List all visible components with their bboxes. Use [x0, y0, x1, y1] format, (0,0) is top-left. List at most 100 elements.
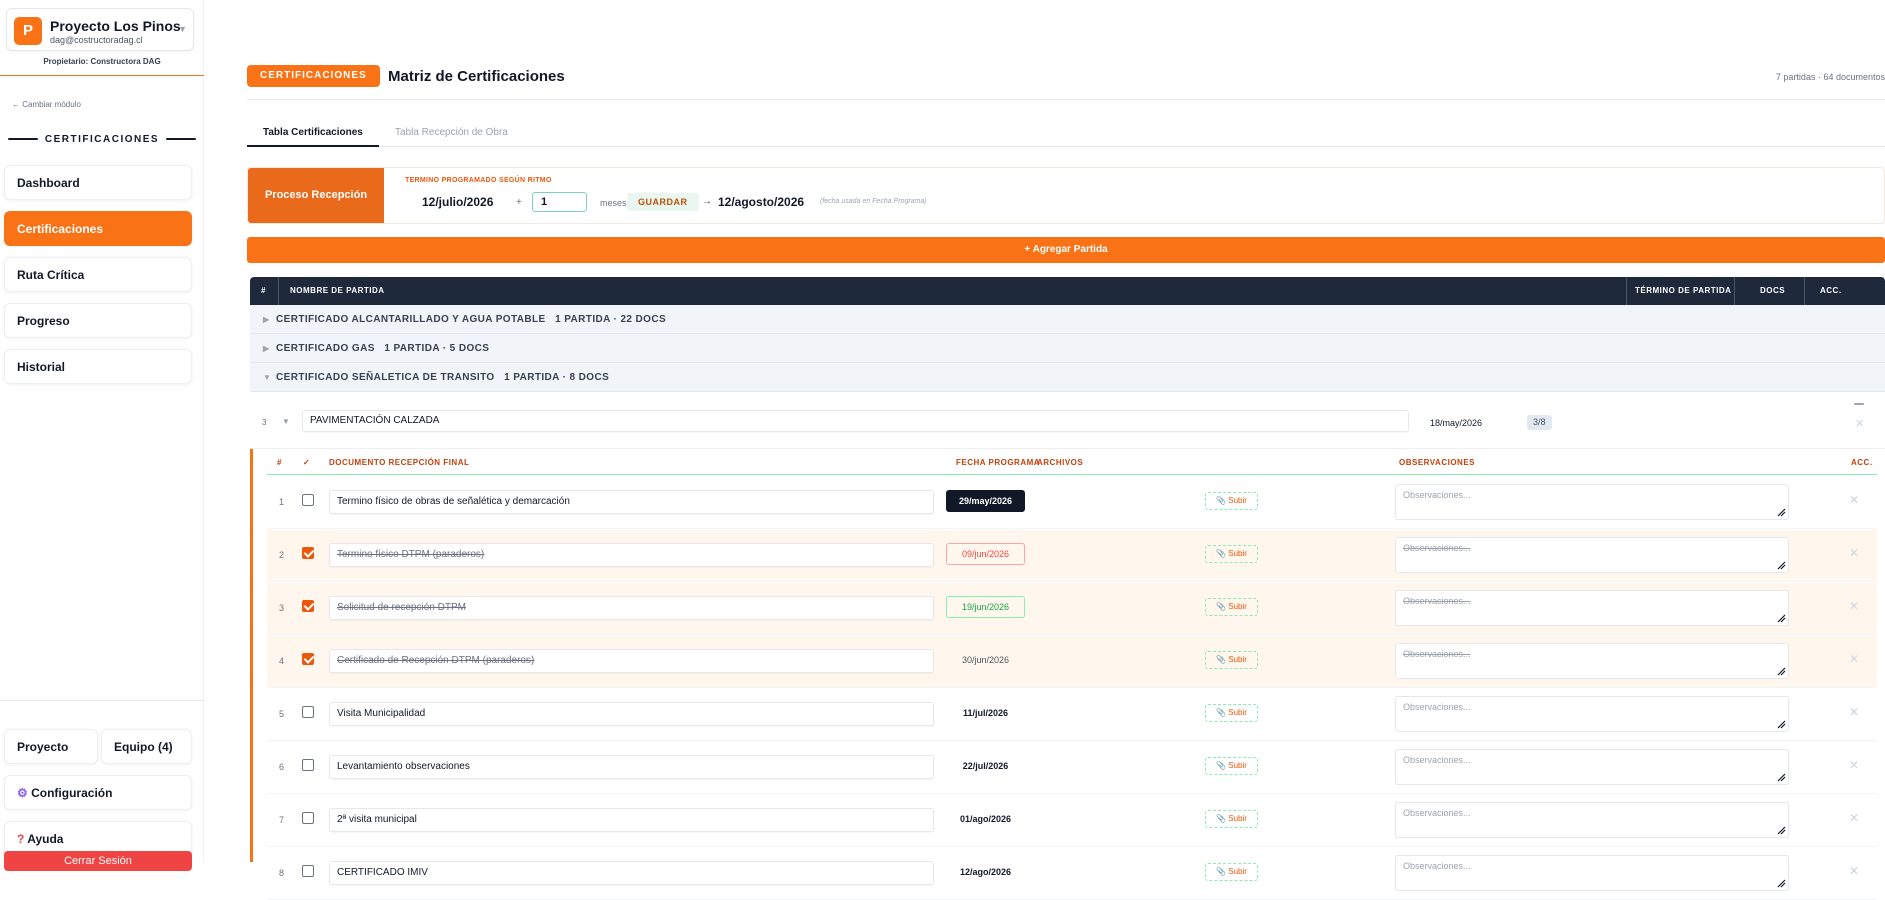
project-owner: Propietario: Constructora DAG	[43, 57, 161, 66]
months-label: meses	[600, 198, 627, 208]
group-row[interactable]: ▼ CERTIFICADO SEÑALETICA DE TRANSITO 1 P…	[250, 363, 1885, 392]
observations-placeholder: Observaciones...	[1403, 702, 1471, 712]
row-number: 2	[279, 550, 285, 560]
save-button[interactable]: GUARDAR	[627, 193, 699, 211]
row-checkbox[interactable]	[302, 865, 314, 877]
module-section-title: CERTIFICACIONES	[0, 134, 204, 145]
upload-button[interactable]: 📎 Subir	[1205, 863, 1258, 881]
observations-textarea[interactable]: Observaciones...	[1395, 855, 1789, 891]
resize-grip-icon[interactable]	[1776, 507, 1786, 517]
group-row[interactable]: ▶ CERTIFICADO ALCANTARILLADO Y AGUA POTA…	[250, 305, 1885, 334]
process-label: Proceso Recepción	[248, 168, 384, 223]
doc-col-archivos: ARCHIVOS	[1037, 458, 1084, 467]
upload-button[interactable]: 📎 Subir	[1205, 545, 1258, 563]
partida-name-input[interactable]: PAVIMENTACIÓN CALZADA	[302, 410, 1409, 432]
doc-col-num: #	[277, 458, 282, 467]
upload-button[interactable]: 📎 Subir	[1205, 492, 1258, 510]
caret-down-icon[interactable]: ▼	[178, 24, 187, 34]
add-partida-button[interactable]: + Agregar Partida	[247, 237, 1885, 263]
observations-textarea[interactable]: Observaciones...	[1395, 643, 1789, 679]
observations-textarea[interactable]: Observaciones...	[1395, 537, 1789, 573]
term-label: TERMINO PROGRAMADO SEGÚN RITMO	[405, 177, 552, 184]
delete-icon[interactable]: ✕	[1849, 758, 1859, 772]
row-checkbox[interactable]	[302, 706, 314, 718]
tab-tabla-recepcion-obra[interactable]: Tabla Recepción de Obra	[395, 127, 508, 138]
fecha-programa[interactable]: 01/ago/2026	[946, 808, 1025, 830]
change-module-link[interactable]: ← Cambiar módulo	[12, 100, 81, 109]
upload-button[interactable]: 📎 Subir	[1205, 598, 1258, 616]
fecha-programa[interactable]: 22/jul/2026	[946, 755, 1025, 777]
resize-grip-icon[interactable]	[1776, 772, 1786, 782]
drag-handle-icon[interactable]	[1854, 403, 1864, 405]
row-checkbox[interactable]	[302, 812, 314, 824]
delete-icon[interactable]: ✕	[1849, 864, 1859, 878]
document-name-input[interactable]: Levantamiento observaciones	[329, 755, 934, 779]
equipo-button[interactable]: Equipo (4)	[101, 729, 192, 764]
document-name-input[interactable]: Solicitud de recepción DTPM	[329, 596, 934, 620]
fecha-programa[interactable]: 11/jul/2026	[946, 702, 1025, 724]
row-checkbox[interactable]	[302, 547, 314, 559]
document-name-input[interactable]: CERTIFICADO IMIV	[329, 861, 934, 885]
observations-textarea[interactable]: Observaciones...	[1395, 484, 1789, 520]
months-input[interactable]: 1	[532, 192, 587, 212]
main-content: CERTIFICACIONES Matriz de Certificacione…	[204, 0, 1885, 900]
delete-icon[interactable]: ✕	[1849, 493, 1859, 507]
resize-grip-icon[interactable]	[1776, 560, 1786, 570]
document-row: 8 CERTIFICADO IMIV 12/ago/2026 📎 Subir O…	[267, 848, 1877, 900]
collapse-triangle-icon[interactable]: ▼	[282, 417, 290, 426]
document-name-input[interactable]: Termino físico DTPM (paraderos)	[329, 543, 934, 567]
row-number: 5	[279, 709, 285, 719]
configuracion-button[interactable]: ⚙ Configuración	[4, 775, 192, 810]
group-row[interactable]: ▶ CERTIFICADO GAS 1 PARTIDA · 5 DOCS	[250, 334, 1885, 363]
observations-placeholder: Observaciones...	[1403, 861, 1471, 871]
delete-icon[interactable]: ✕	[1849, 811, 1859, 825]
observations-textarea[interactable]: Observaciones...	[1395, 749, 1789, 785]
row-checkbox[interactable]	[302, 653, 314, 665]
row-checkbox[interactable]	[302, 494, 314, 506]
proyecto-button[interactable]: Proyecto	[4, 729, 98, 764]
col-num: #	[261, 286, 266, 295]
delete-icon[interactable]: ✕	[1849, 705, 1859, 719]
delete-icon[interactable]: ✕	[1849, 599, 1859, 613]
row-checkbox[interactable]	[302, 600, 314, 612]
resize-grip-icon[interactable]	[1776, 666, 1786, 676]
close-icon[interactable]: ✕	[1855, 417, 1864, 430]
delete-icon[interactable]: ✕	[1849, 546, 1859, 560]
project-selector[interactable]: P Proyecto Los Pinos dag@costructoradag.…	[6, 8, 194, 51]
arrow-right-icon: →	[702, 196, 712, 207]
resize-grip-icon[interactable]	[1776, 878, 1786, 888]
row-checkbox[interactable]	[302, 759, 314, 771]
observations-textarea[interactable]: Observaciones...	[1395, 696, 1789, 732]
document-name-input[interactable]: Visita Municipalidad	[329, 702, 934, 726]
tab-tabla-certificaciones[interactable]: Tabla Certificaciones	[263, 127, 363, 138]
sidebar-item-ruta-critica[interactable]: Ruta Crítica	[4, 257, 192, 292]
document-name-input[interactable]: Certificado de Recepción DTPM (paraderos…	[329, 649, 934, 673]
delete-icon[interactable]: ✕	[1849, 652, 1859, 666]
fecha-programa[interactable]: 12/ago/2026	[946, 861, 1025, 883]
sidebar-item-progreso[interactable]: Progreso	[4, 303, 192, 338]
logout-button[interactable]: Cerrar Sesión	[4, 851, 192, 871]
observations-textarea[interactable]: Observaciones...	[1395, 802, 1789, 838]
document-name-input[interactable]: 2ª visita municipal	[329, 808, 934, 832]
fecha-programa[interactable]: 19/jun/2026	[946, 596, 1025, 618]
doc-col-fecha: FECHA PROGRAMA	[956, 458, 1041, 467]
fecha-programa[interactable]: 09/jun/2026	[946, 543, 1025, 565]
upload-button[interactable]: 📎 Subir	[1205, 810, 1258, 828]
group-meta: 1 PARTIDA · 22 DOCS	[555, 314, 667, 325]
sidebar-item-dashboard[interactable]: Dashboard	[4, 165, 192, 200]
upload-button[interactable]: 📎 Subir	[1205, 651, 1258, 669]
fecha-programa[interactable]: 30/jun/2026	[946, 649, 1025, 671]
divider	[247, 99, 1885, 100]
upload-button[interactable]: 📎 Subir	[1205, 757, 1258, 775]
resize-grip-icon[interactable]	[1776, 825, 1786, 835]
upload-button[interactable]: 📎 Subir	[1205, 704, 1258, 722]
resize-grip-icon[interactable]	[1776, 719, 1786, 729]
doc-col-name: DOCUMENTO RECEPCIÓN FINAL	[329, 458, 470, 467]
observations-textarea[interactable]: Observaciones...	[1395, 590, 1789, 626]
sidebar-item-historial[interactable]: Historial	[4, 349, 192, 384]
resize-grip-icon[interactable]	[1776, 613, 1786, 623]
document-name-input[interactable]: Termino físico de obras de señalética y …	[329, 490, 934, 514]
fecha-programa[interactable]: 29/may/2026	[946, 490, 1025, 512]
row-number: 8	[279, 868, 285, 878]
sidebar-item-certificaciones[interactable]: Certificaciones	[4, 211, 192, 246]
